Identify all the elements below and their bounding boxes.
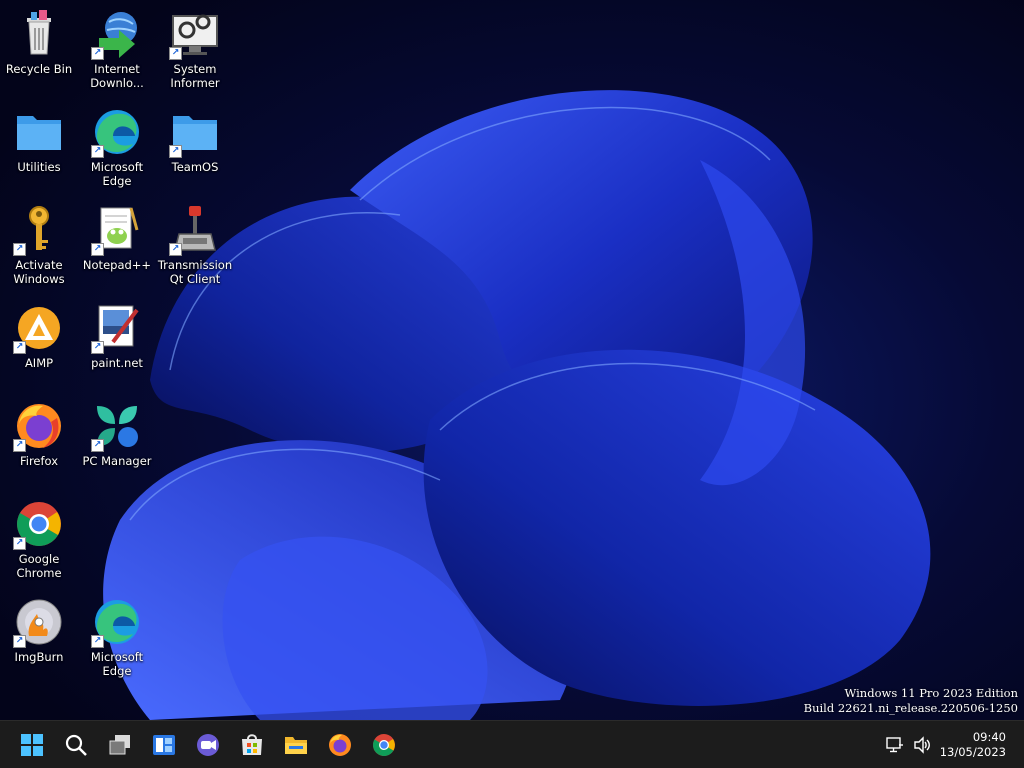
desktop-icon-aimp[interactable]: ↗ AIMP (1, 302, 77, 392)
desktop-icon-pc-manager[interactable]: ↗ PC Manager (79, 400, 155, 490)
windows-edition-watermark: Windows 11 Pro 2023 Edition Build 22621.… (804, 686, 1018, 716)
chrome-icon (373, 734, 395, 756)
shortcut-arrow-icon: ↗ (91, 243, 104, 256)
desktop-icon-label: Activate Windows (13, 258, 65, 286)
search-button[interactable] (60, 729, 92, 761)
desktop-icon-label: Notepad++ (82, 258, 152, 272)
watermark-build: Build 22621.ni_release.220506-1250 (803, 701, 1018, 715)
shortcut-arrow-icon: ↗ (169, 243, 182, 256)
desktop-icon-transmission[interactable]: ↗ Transmission Qt Client (157, 204, 233, 294)
desktop-icon-label: Microsoft Edge (90, 160, 144, 188)
widgets-icon (153, 735, 175, 755)
network-button[interactable] (884, 735, 904, 755)
taskbar-clock[interactable]: 09:40 13/05/2023 (940, 730, 1006, 760)
shortcut-arrow-icon: ↗ (91, 145, 104, 158)
shortcut-arrow-icon: ↗ (91, 635, 104, 648)
search-icon (65, 734, 87, 756)
teams-chat-button[interactable] (192, 729, 224, 761)
shortcut-arrow-icon: ↗ (13, 243, 26, 256)
task-view-button[interactable] (104, 729, 136, 761)
desktop-icon-label: Recycle Bin (5, 62, 73, 76)
start-button[interactable] (16, 729, 48, 761)
volume-button[interactable] (912, 735, 932, 755)
desktop-icon-imgburn[interactable]: ↗ ImgBurn (1, 596, 77, 686)
teams-chat-icon (197, 734, 219, 756)
desktop-icon-system-informer[interactable]: ↗ System Informer (157, 8, 233, 98)
desktop-icon-label: System Informer (170, 62, 220, 90)
recycle-bin-icon (27, 10, 51, 55)
desktop-icon-label: Internet Downlo... (90, 62, 144, 90)
clock-date: 13/05/2023 (939, 745, 1006, 759)
volume-icon (914, 736, 930, 754)
shortcut-arrow-icon: ↗ (13, 341, 26, 354)
system-tray (884, 721, 932, 768)
file-explorer-icon (285, 737, 307, 754)
chrome-taskbar-button[interactable] (368, 729, 400, 761)
shortcut-arrow-icon: ↗ (169, 145, 182, 158)
desktop-icon-internet-download-manager[interactable]: ↗ Internet Downlo... (79, 8, 155, 98)
desktop-icon-activate-windows[interactable]: ↗ Activate Windows (1, 204, 77, 294)
firefox-icon (329, 734, 351, 756)
desktop-icon-label: Microsoft Edge (90, 650, 144, 678)
desktop-icon-firefox[interactable]: ↗ Firefox (1, 400, 77, 490)
desktop-icon-teamos[interactable]: ↗ TeamOS (157, 106, 233, 196)
folder-icon (17, 116, 61, 150)
shortcut-arrow-icon: ↗ (13, 439, 26, 452)
desktop-icon-notepad-plus-plus[interactable]: ↗ Notepad++ (79, 204, 155, 294)
windows-start-icon (21, 734, 43, 756)
desktop-icon-label: TeamOS (171, 160, 219, 174)
shortcut-arrow-icon: ↗ (13, 635, 26, 648)
desktop-icon-label: Utilities (17, 160, 61, 174)
desktop-icon-recycle-bin[interactable]: Recycle Bin (1, 8, 77, 98)
clock-time: 09:40 (972, 730, 1006, 744)
desktop-icon-label: ImgBurn (14, 650, 64, 664)
desktop-icon-label: PC Manager (82, 454, 152, 468)
network-icon (886, 737, 903, 753)
task-view-icon (109, 735, 130, 755)
desktop-icon-label: AIMP (24, 356, 54, 370)
desktop-icon-label: Firefox (19, 454, 59, 468)
file-explorer-button[interactable] (280, 729, 312, 761)
microsoft-store-icon (242, 734, 262, 755)
taskbar: 09:40 13/05/2023 (0, 720, 1024, 768)
desktop-icon-label: Transmission Qt Client (157, 258, 233, 286)
watermark-edition: Windows 11 Pro 2023 Edition (844, 686, 1018, 700)
shortcut-arrow-icon: ↗ (91, 341, 104, 354)
shortcut-arrow-icon: ↗ (91, 47, 104, 60)
desktop-icon-label: paint.net (91, 356, 143, 370)
shortcut-arrow-icon: ↗ (169, 47, 182, 60)
firefox-taskbar-button[interactable] (324, 729, 356, 761)
desktop-icon-microsoft-edge[interactable]: ↗ Microsoft Edge (79, 106, 155, 196)
desktop-icon-google-chrome[interactable]: ↗ Google Chrome (1, 498, 77, 588)
shortcut-arrow-icon: ↗ (91, 439, 104, 452)
desktop-icon-microsoft-edge-2[interactable]: ↗ Microsoft Edge (79, 596, 155, 686)
microsoft-store-button[interactable] (236, 729, 268, 761)
shortcut-arrow-icon: ↗ (13, 537, 26, 550)
desktop-icon-label: Google Chrome (16, 552, 62, 580)
widgets-button[interactable] (148, 729, 180, 761)
desktop-icon-paint-net[interactable]: ↗ paint.net (79, 302, 155, 392)
desktop-icon-utilities[interactable]: Utilities (1, 106, 77, 196)
